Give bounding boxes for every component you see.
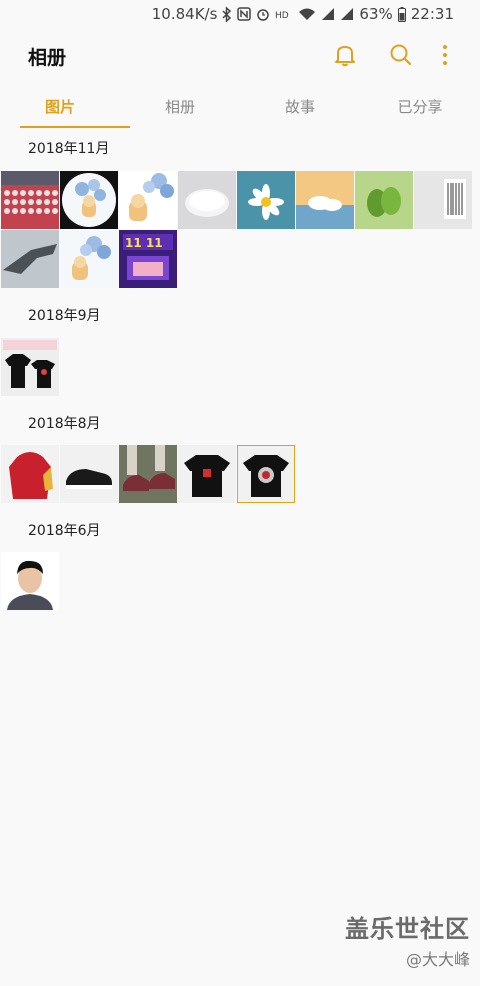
- tab-photos[interactable]: 图片: [0, 86, 130, 130]
- tab-bar: 图片 相册 故事 已分享: [0, 86, 480, 130]
- tab-stories[interactable]: 故事: [240, 86, 360, 130]
- photo-grid: [1, 445, 480, 503]
- signal-icon: [321, 6, 335, 22]
- photo-thumbnail[interactable]: [414, 171, 472, 229]
- photo-thumbnail[interactable]: [355, 171, 413, 229]
- battery-percent: 63%: [359, 5, 393, 23]
- hd-voice-icon: HD: [275, 6, 293, 22]
- clock: 22:31: [410, 5, 454, 23]
- photo-thumbnail[interactable]: [237, 445, 295, 503]
- photo-grid: [1, 552, 480, 610]
- section-date-label: 2018年6月: [28, 523, 101, 539]
- photo-thumbnail[interactable]: [119, 171, 177, 229]
- tab-albums[interactable]: 相册: [120, 86, 240, 130]
- photo-thumbnail[interactable]: [1, 552, 59, 610]
- gallery-screen: 10.84K/s HD 63% 22:31 相册 图片 相册 故事 已分享 20…: [0, 0, 480, 986]
- watermark-author: @大大峰: [405, 950, 470, 969]
- watermark: 盖乐世社区 @大大峰: [345, 909, 470, 970]
- watermark-title: 盖乐世社区: [345, 915, 470, 943]
- network-speed: 10.84K/s: [151, 5, 218, 23]
- wifi-icon: [298, 6, 316, 22]
- photo-thumbnail[interactable]: [1, 338, 59, 396]
- photo-thumbnail[interactable]: [1, 171, 59, 229]
- svg-text:11 11: 11 11: [125, 236, 163, 250]
- more-vert-icon[interactable]: [432, 42, 458, 68]
- signal-icon: [340, 6, 354, 22]
- photo-grid: [1, 338, 480, 396]
- search-icon[interactable]: [388, 42, 414, 68]
- photo-thumbnail[interactable]: [60, 445, 118, 503]
- photo-thumbnail[interactable]: [119, 445, 177, 503]
- page-title: 相册: [28, 47, 67, 69]
- bell-icon[interactable]: [332, 42, 358, 68]
- photo-thumbnail[interactable]: [1, 230, 59, 288]
- bluetooth-icon: [222, 6, 232, 22]
- photo-thumbnail[interactable]: [237, 171, 295, 229]
- alarm-icon: [256, 6, 270, 22]
- battery-icon: [397, 6, 406, 22]
- photo-thumbnail[interactable]: [178, 445, 236, 503]
- photo-thumbnail[interactable]: [296, 171, 354, 229]
- photo-thumbnail[interactable]: 11 11: [119, 230, 177, 288]
- nfc-icon: [237, 6, 252, 22]
- photo-thumbnail[interactable]: [1, 445, 59, 503]
- status-bar: 10.84K/s HD 63% 22:31: [0, 0, 480, 28]
- photo-grid: 11 11: [1, 171, 480, 288]
- section-date-label: 2018年8月: [28, 416, 101, 432]
- section-date-label: 2018年11月: [28, 141, 110, 157]
- photo-thumbnail[interactable]: [60, 171, 118, 229]
- photo-thumbnail[interactable]: [178, 171, 236, 229]
- section-date-label: 2018年9月: [28, 308, 101, 324]
- svg-text:HD: HD: [275, 11, 289, 20]
- app-bar: 相册: [0, 28, 480, 84]
- photo-thumbnail[interactable]: [60, 230, 118, 288]
- tab-shared[interactable]: 已分享: [360, 86, 480, 130]
